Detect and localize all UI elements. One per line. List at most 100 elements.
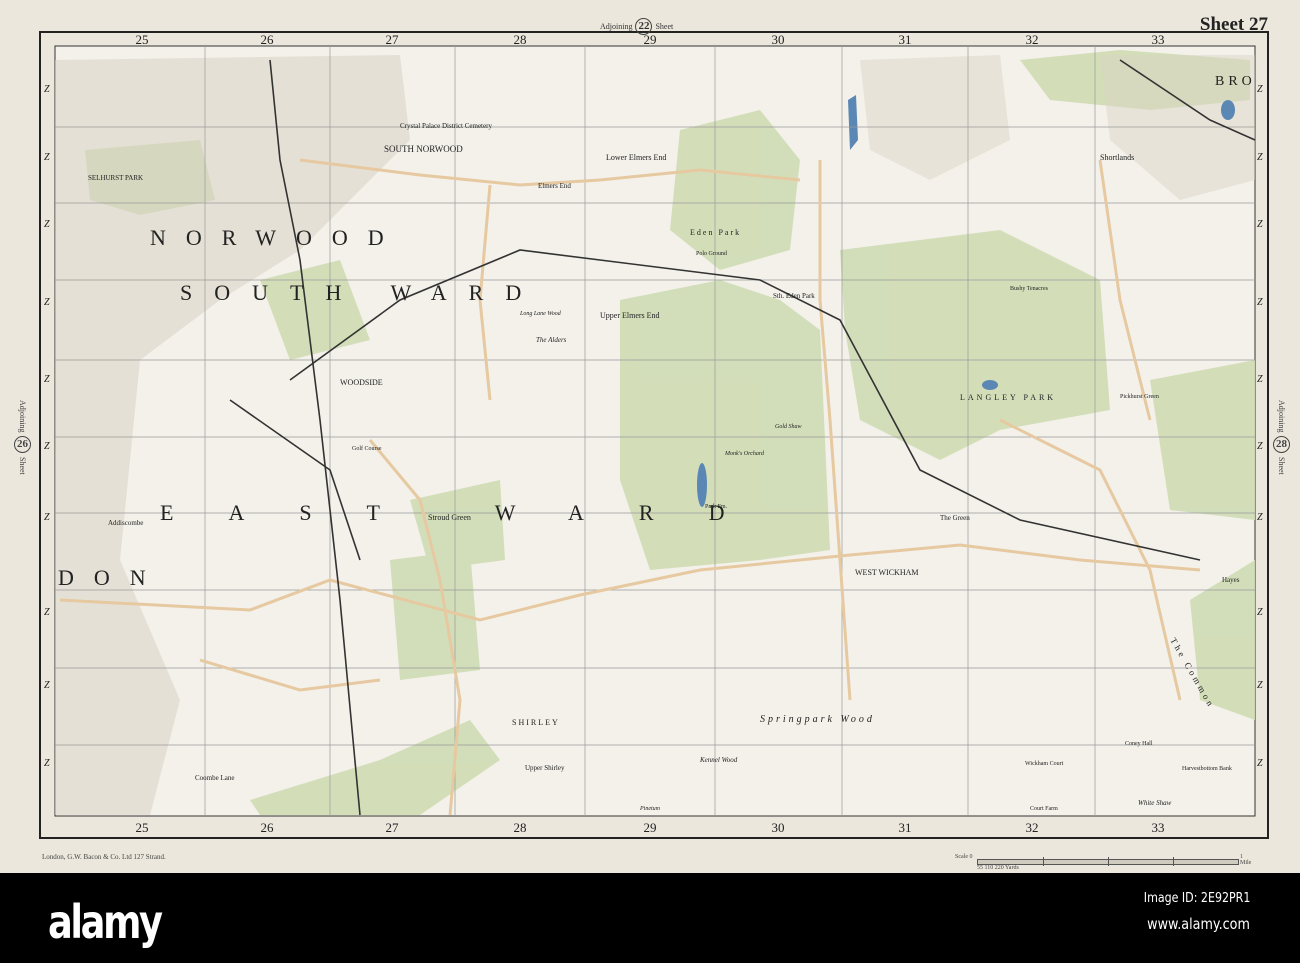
adjoining-number: 26 (14, 436, 31, 454)
label-south-norwood: SOUTH NORWOOD (384, 144, 463, 154)
scale-label: Scale 0 (955, 854, 973, 860)
col-label: 31 (899, 32, 912, 47)
scale-end-label: 1 Mile (1240, 854, 1252, 866)
col-label: 28 (514, 32, 527, 47)
label-upper-shirley: Upper Shirley (525, 764, 565, 772)
svg-text:Z: Z (1257, 441, 1263, 452)
label-bushy-tenacres: Bushy Tenacres (1010, 286, 1049, 292)
lake-langley (982, 380, 998, 390)
svg-text:Z: Z (1257, 512, 1263, 523)
grid-labels-bottom: 25 26 27 28 29 30 31 32 33 (136, 820, 1165, 835)
label-south-ward: SOUTH WARD (180, 280, 543, 305)
svg-text:Z: Z (44, 84, 50, 95)
col-label: 27 (386, 32, 400, 47)
svg-text:Z: Z (44, 512, 50, 523)
label-stroud-green: Stroud Green (428, 513, 471, 522)
svg-text:Z: Z (1257, 680, 1263, 691)
adjoining-sheet-top: Adjoining 22 Sheet (600, 18, 673, 35)
svg-text:Z: Z (44, 219, 50, 230)
label-upper-elmers-end: Upper Elmers End (600, 311, 660, 320)
col-label: 30 (772, 32, 785, 47)
col-label: 25 (136, 820, 149, 835)
scale-bar: Scale 0 1 Mile 55 110 220 Yards (955, 852, 1255, 872)
scale-yards-label: 55 110 220 Yards (977, 865, 1019, 871)
label-sth-eden-park: Sth. Eden Park (773, 292, 815, 300)
svg-text:Z: Z (44, 374, 50, 385)
col-label: 27 (386, 820, 400, 835)
col-label: 29 (644, 820, 657, 835)
svg-text:Z: Z (1257, 374, 1263, 385)
col-label: 30 (772, 820, 785, 835)
label-gold-shaw: Gold Shaw (775, 424, 802, 430)
label-kennel-wood: Kennel Wood (699, 756, 738, 764)
label-shirley: SHIRLEY (512, 718, 560, 727)
label-selhurst-park: SELHURST PARK (88, 174, 143, 182)
adjoining-sheet-right: Adjoining 28 Sheet (1273, 400, 1290, 475)
svg-text:Z: Z (1257, 297, 1263, 308)
col-label: 26 (261, 32, 275, 47)
label-pinetum: Pinetum (639, 806, 661, 812)
label-polo-ground: Polo Ground (696, 251, 727, 257)
svg-text:Z: Z (44, 441, 50, 452)
svg-text:Z: Z (1257, 219, 1263, 230)
label-white-shaw: White Shaw (1138, 799, 1172, 807)
publisher-credit: London, G.W. Bacon & Co. Ltd 127 Strand. (42, 853, 166, 861)
svg-text:Z: Z (44, 680, 50, 691)
label-lower-elmers-end: Lower Elmers End (606, 153, 666, 162)
label-addiscombe: Addiscombe (108, 519, 143, 527)
svg-text:Z: Z (44, 607, 50, 618)
col-label: 32 (1026, 32, 1039, 47)
sheet-title: Sheet 27 (1199, 14, 1268, 35)
label-pickhurst-green: Pickhurst Green (1120, 394, 1159, 400)
label-elmers-end: Elmers End (538, 182, 571, 190)
adjoining-label: Sheet (1277, 457, 1286, 476)
adjoining-number: 22 (635, 18, 653, 35)
label-park-farm: Park Fm. (705, 504, 728, 510)
label-norwood: NORWOOD (150, 225, 404, 250)
col-label: 26 (261, 820, 275, 835)
adjoining-label: Adjoining (18, 400, 27, 433)
label-langley-park: LANGLEY PARK (960, 393, 1056, 402)
map-canvas: 25 26 27 28 29 30 31 32 33 25 26 27 28 2… (39, 31, 1269, 839)
label-harvestbottom-bank: Harvestbottom Bank (1182, 766, 1232, 772)
label-croydon: DON (58, 565, 166, 590)
label-shortlands: Shortlands (1100, 153, 1134, 162)
svg-text:Z: Z (1257, 152, 1263, 163)
image-id: Image ID: 2E92PR1 (1143, 891, 1250, 906)
alamy-url: www.alamy.com (1147, 915, 1250, 933)
adjoining-label: Adjoining (600, 22, 633, 31)
watermark-bar: alamy Image ID: 2E92PR1 www.alamy.com (0, 873, 1300, 963)
adjoining-sheet-left: Adjoining 26 Sheet (14, 400, 31, 475)
label-eden-park: Eden Park (690, 228, 741, 237)
label-cemetery: Crystal Palace District Cemetery (400, 122, 492, 130)
col-label: 33 (1152, 820, 1165, 835)
col-label: 32 (1026, 820, 1039, 835)
col-label: 33 (1152, 32, 1165, 47)
adjoining-label: Sheet (655, 22, 674, 31)
col-label: 31 (899, 820, 912, 835)
label-the-green: The Green (940, 514, 970, 522)
svg-text:Z: Z (1257, 607, 1263, 618)
lake-bromley (1221, 100, 1235, 120)
label-the-alders: The Alders (536, 336, 567, 344)
svg-text:Z: Z (44, 758, 50, 769)
col-label: 25 (136, 32, 149, 47)
label-golf-course: Golf Course (352, 445, 382, 452)
label-woodside: WOODSIDE (340, 378, 383, 387)
label-springpark-wood: Springpark Wood (760, 714, 875, 725)
map-sheet: 25 26 27 28 29 30 31 32 33 25 26 27 28 2… (0, 0, 1300, 873)
adjoining-label: Adjoining (1277, 400, 1286, 433)
label-coney-hall: Coney Hall (1125, 741, 1153, 747)
adjoining-label: Sheet (18, 457, 27, 476)
svg-text:Z: Z (44, 152, 50, 163)
label-monks-orchard: Monk's Orchard (724, 451, 765, 457)
adjoining-number: 28 (1273, 436, 1290, 454)
label-court-farm: Court Farm (1030, 806, 1058, 812)
label-coombe-lane: Coombe Lane (195, 774, 234, 782)
label-hayes: Hayes (1222, 576, 1240, 584)
alamy-logo: alamy (48, 895, 163, 949)
svg-text:Z: Z (44, 297, 50, 308)
col-label: 28 (514, 820, 527, 835)
svg-text:Z: Z (1257, 84, 1263, 95)
label-long-lane-wood: Long Lane Wood (519, 311, 562, 317)
